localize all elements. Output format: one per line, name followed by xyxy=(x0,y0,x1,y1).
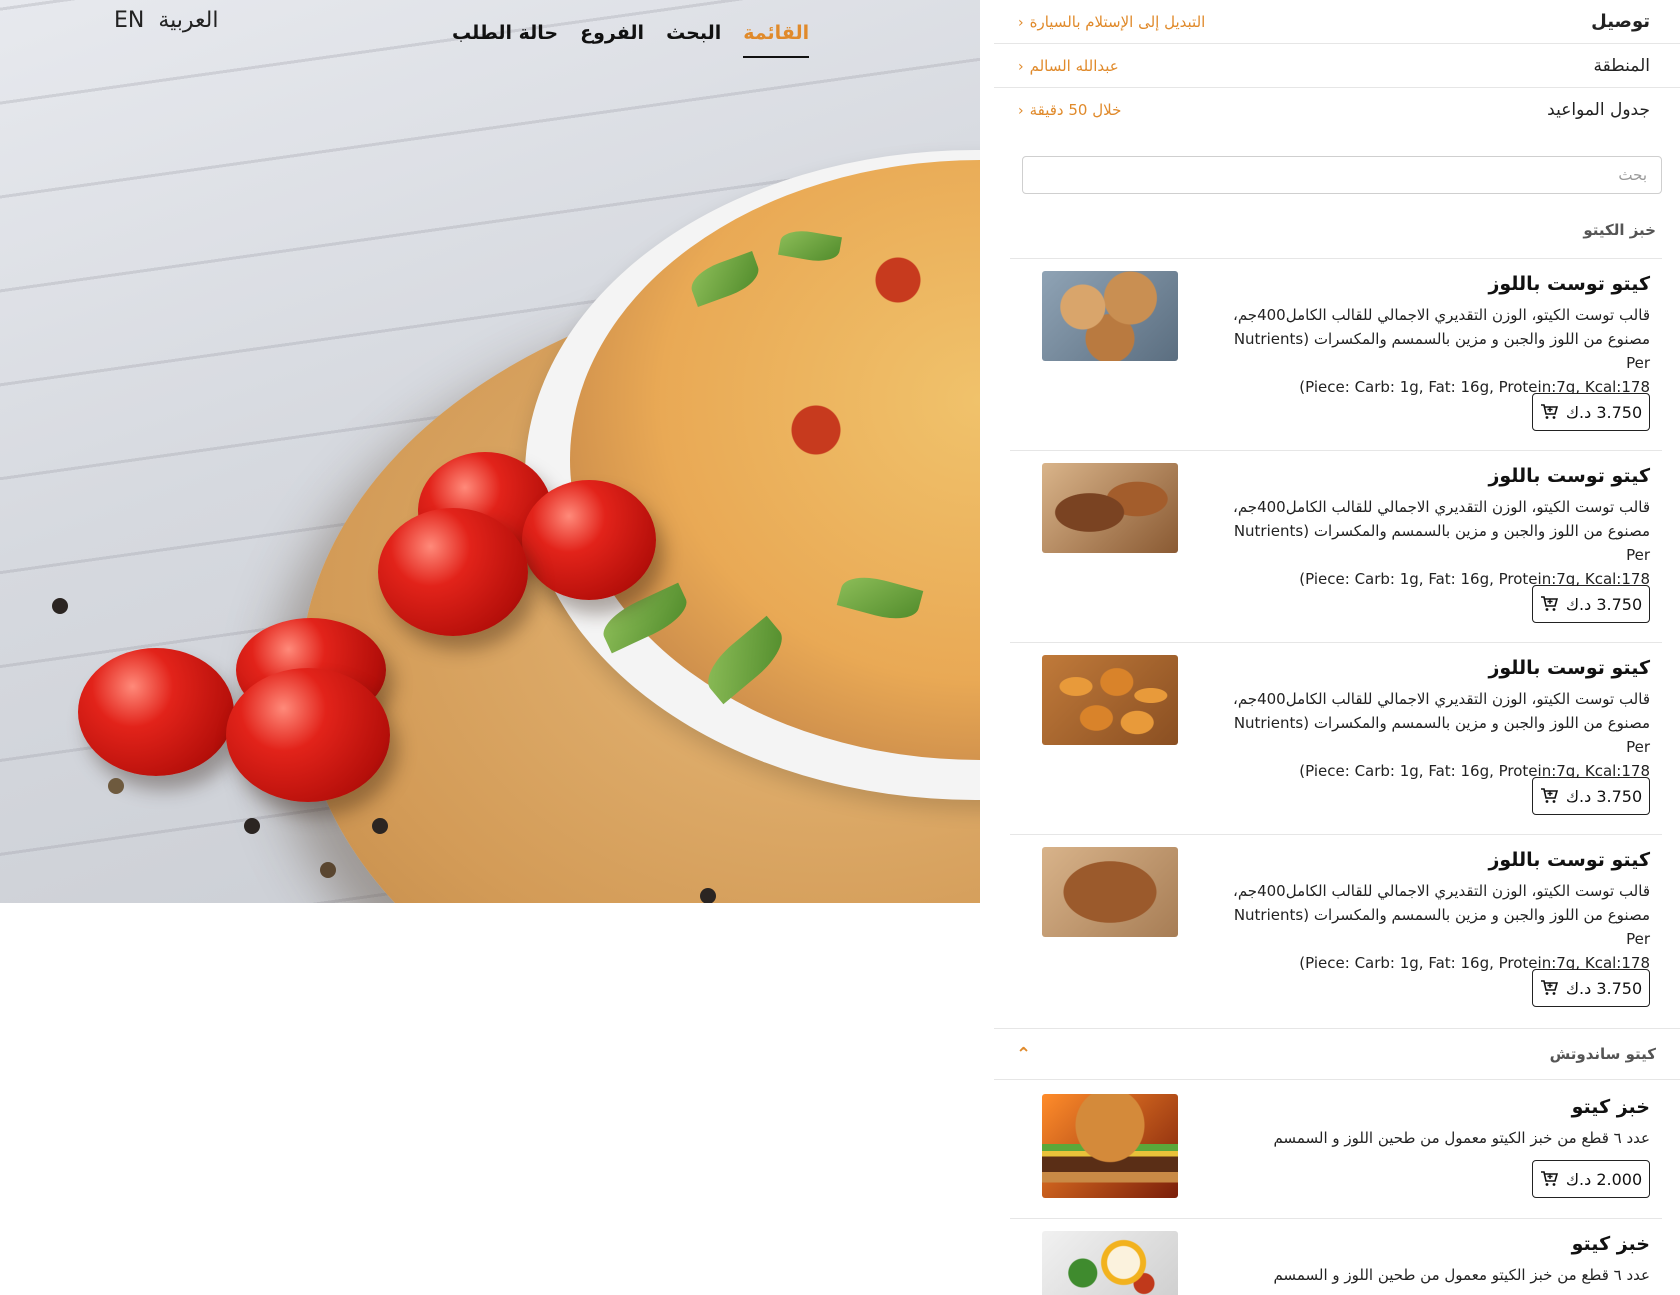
nav-branches[interactable]: الفروع xyxy=(580,22,644,58)
cart-plus-icon xyxy=(1540,596,1558,611)
price-label: 3.750 د.ك xyxy=(1565,402,1643,422)
area-label: المنطقة xyxy=(1593,55,1650,76)
category-title: خبز الكيتو xyxy=(1583,221,1656,239)
tomato xyxy=(78,648,234,776)
nav-menu[interactable]: القائمة xyxy=(743,22,810,58)
area-value: عبدالله السالم xyxy=(1029,56,1119,75)
price-label: 3.750 د.ك xyxy=(1565,786,1643,806)
schedule-label: جدول المواعيد xyxy=(1547,100,1650,120)
delivery-row: توصيل التبديل إلى الإستلام بالسيارة ‹ xyxy=(994,0,1680,44)
lang-ar-link[interactable]: العربية xyxy=(158,8,218,33)
add-to-cart-button[interactable]: 3.750 د.ك xyxy=(1532,777,1650,815)
description-line: مصنوع من اللوز والجبن و مزين بالسمسم وال… xyxy=(1233,522,1650,564)
cart-plus-icon xyxy=(1540,980,1558,995)
peppercorn xyxy=(372,818,388,834)
description-line: قالب توست الكيتو، الوزن التقديري الاجمال… xyxy=(1232,306,1650,324)
add-to-cart-button[interactable]: 3.750 د.ك xyxy=(1532,393,1650,431)
description-line: مصنوع من اللوز والجبن و مزين بالسمسم وال… xyxy=(1233,330,1650,372)
product-name: كيتو توست باللوز xyxy=(1488,849,1650,871)
product-description: قالب توست الكيتو، الوزن التقديري الاجمال… xyxy=(1210,303,1650,399)
description-line: مصنوع من اللوز والجبن و مزين بالسمسم وال… xyxy=(1233,714,1650,756)
peppercorn xyxy=(700,888,716,903)
croissants-photo xyxy=(1042,655,1178,745)
switch-to-pickup-link[interactable]: التبديل إلى الإستلام بالسيارة ‹ xyxy=(1018,13,1205,31)
description-line: عدد ٦ قطع من خبز الكيتو معمول من طحين ال… xyxy=(1273,1129,1650,1147)
add-to-cart-button[interactable]: 2.000 د.ك xyxy=(1532,1160,1650,1198)
product-card[interactable]: كيتو توست باللوز قالب توست الكيتو، الوزن… xyxy=(1010,834,1662,1020)
bread-loaves-photo xyxy=(1042,463,1178,553)
category-title: كيتو ساندوتش xyxy=(1549,1045,1656,1063)
tomato xyxy=(522,480,656,600)
product-name: كيتو توست باللوز xyxy=(1488,273,1650,295)
bread-basket-photo xyxy=(1042,271,1178,361)
product-card[interactable]: كيتو توست باللوز قالب توست الكيتو، الوزن… xyxy=(1010,258,1662,450)
peppercorn xyxy=(244,818,260,834)
lang-en-link[interactable]: EN xyxy=(114,8,144,33)
area-row: المنطقة عبدالله السالم ‹ xyxy=(994,44,1680,88)
nav-search[interactable]: البحث xyxy=(666,22,721,58)
language-switcher: EN العربية xyxy=(114,8,218,33)
add-to-cart-button[interactable]: 3.750 د.ك xyxy=(1532,969,1650,1007)
description-line: قالب توست الكيتو، الوزن التقديري الاجمال… xyxy=(1232,690,1650,708)
order-panel: توصيل التبديل إلى الإستلام بالسيارة ‹ الم… xyxy=(994,0,1680,1295)
tomato xyxy=(226,668,390,802)
product-name: كيتو توست باللوز xyxy=(1488,465,1650,487)
description-line: عدد ٦ قطع من خبز الكيتو معمول من طحين ال… xyxy=(1273,1266,1650,1284)
switch-to-pickup-text: التبديل إلى الإستلام بالسيارة xyxy=(1029,12,1206,31)
cart-plus-icon xyxy=(1540,788,1558,803)
product-description: عدد ٦ قطع من خبز الكيتو معمول من طحين ال… xyxy=(1210,1126,1650,1150)
search-input[interactable] xyxy=(1022,156,1662,194)
schedule-select-link[interactable]: خلال 50 دقيقة ‹ xyxy=(1018,101,1121,119)
chevron-left-icon: ‹ xyxy=(1018,14,1024,31)
product-description: قالب توست الكيتو، الوزن التقديري الاجمال… xyxy=(1210,879,1650,975)
peppercorn xyxy=(108,778,124,794)
price-label: 3.750 د.ك xyxy=(1565,978,1643,998)
price-label: 3.750 د.ك xyxy=(1565,594,1643,614)
peppercorn xyxy=(320,862,336,878)
product-name: خبز كيتو xyxy=(1571,1096,1650,1118)
product-card[interactable]: خبز كيتو عدد ٦ قطع من خبز الكيتو معمول م… xyxy=(1010,1082,1662,1218)
add-to-cart-button[interactable]: 3.750 د.ك xyxy=(1532,585,1650,623)
product-name: خبز كيتو xyxy=(1571,1233,1650,1255)
egg-salad-photo xyxy=(1042,1231,1178,1295)
chevron-left-icon: ‹ xyxy=(1018,103,1024,119)
schedule-row: جدول المواعيد خلال 50 دقيقة ‹ xyxy=(994,88,1680,132)
category-header[interactable]: كيتو ساندوتش ⌃ xyxy=(994,1028,1680,1080)
nav-order-status[interactable]: حالة الطلب xyxy=(452,22,558,58)
area-select-link[interactable]: عبدالله السالم ‹ xyxy=(1018,57,1119,75)
product-name: كيتو توست باللوز xyxy=(1488,657,1650,679)
burger-photo xyxy=(1042,1094,1178,1198)
hero-image xyxy=(0,0,980,903)
description-line: مصنوع من اللوز والجبن و مزين بالسمسم وال… xyxy=(1233,906,1650,948)
product-card[interactable]: خبز كيتو عدد ٦ قطع من خبز الكيتو معمول م… xyxy=(1010,1218,1662,1295)
chevron-up-icon[interactable]: ⌃ xyxy=(1016,1044,1031,1065)
schedule-value: خلال 50 دقيقة xyxy=(1029,101,1122,119)
tomato xyxy=(378,508,528,636)
category-header: خبز الكيتو xyxy=(994,208,1680,252)
description-line: قالب توست الكيتو، الوزن التقديري الاجمال… xyxy=(1232,882,1650,900)
chevron-left-icon: ‹ xyxy=(1018,58,1024,75)
product-card[interactable]: كيتو توست باللوز قالب توست الكيتو، الوزن… xyxy=(1010,450,1662,642)
product-description: قالب توست الكيتو، الوزن التقديري الاجمال… xyxy=(1210,687,1650,783)
baguette-photo xyxy=(1042,847,1178,937)
peppercorn xyxy=(52,598,68,614)
description-line: قالب توست الكيتو، الوزن التقديري الاجمال… xyxy=(1232,498,1650,516)
top-nav: القائمة البحث الفروع حالة الطلب xyxy=(452,22,810,58)
cart-plus-icon xyxy=(1540,1171,1558,1186)
delivery-label: توصيل xyxy=(1591,11,1650,32)
product-description: عدد ٦ قطع من خبز الكيتو معمول من طحين ال… xyxy=(1210,1263,1650,1287)
product-card[interactable]: كيتو توست باللوز قالب توست الكيتو، الوزن… xyxy=(1010,642,1662,834)
price-label: 2.000 د.ك xyxy=(1565,1169,1643,1189)
product-description: قالب توست الكيتو، الوزن التقديري الاجمال… xyxy=(1210,495,1650,591)
cart-plus-icon xyxy=(1540,404,1558,419)
